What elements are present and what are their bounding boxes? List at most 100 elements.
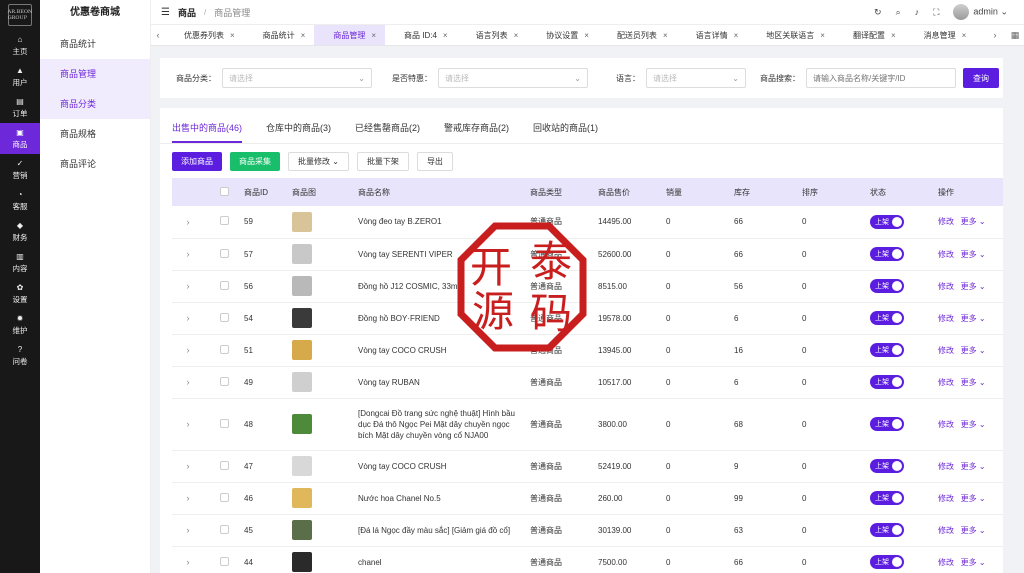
status-tab[interactable]: 回收站的商品(1) (533, 121, 598, 143)
submenu-item[interactable]: 商品管理 (40, 59, 150, 89)
close-icon[interactable]: × (514, 31, 519, 40)
status-toggle[interactable]: 上架 (870, 343, 904, 357)
rail-item-marketing[interactable]: ✓ 营销 (0, 154, 40, 185)
row-checkbox[interactable] (219, 344, 229, 354)
more-link[interactable]: 更多 ⌄ (961, 494, 986, 503)
tab-item[interactable]: 商品 ID:41× (975, 25, 984, 45)
add-goods-button[interactable]: 添加商品 (172, 151, 222, 171)
tab-item[interactable]: 翻译配置 × (834, 25, 905, 45)
goods-thumbnail[interactable] (292, 276, 312, 296)
row-checkbox[interactable] (219, 492, 229, 502)
rail-item-settings[interactable]: ✿ 设置 (0, 278, 40, 309)
submenu-item[interactable]: 商品分类 (40, 89, 150, 119)
close-icon[interactable]: × (962, 31, 967, 40)
status-toggle[interactable]: 上架 (870, 279, 904, 293)
tab-item[interactable]: 配送员列表 × (598, 25, 677, 45)
goods-thumbnail[interactable] (292, 488, 312, 508)
close-icon[interactable]: × (230, 31, 235, 40)
special-select[interactable]: 请选择 ⌄ (438, 68, 588, 88)
status-toggle[interactable]: 上架 (870, 417, 904, 431)
edit-link[interactable]: 修改 (938, 526, 954, 535)
status-toggle[interactable]: 上架 (870, 311, 904, 325)
chevron-right-icon[interactable]: › (187, 345, 190, 355)
status-toggle[interactable]: 上架 (870, 555, 904, 569)
chevron-right-icon[interactable]: › (187, 313, 190, 323)
status-tab[interactable]: 仓库中的商品(3) (266, 121, 331, 143)
chevron-right-icon[interactable]: › (187, 493, 190, 503)
row-checkbox[interactable] (219, 460, 229, 470)
tab-grid-icon[interactable]: ▦ (1006, 30, 1024, 41)
collect-goods-button[interactable]: 商品采集 (230, 151, 280, 171)
chevron-right-icon[interactable]: › (187, 281, 190, 291)
tab-item[interactable]: 商品 ID:4 × (385, 25, 457, 45)
status-tab[interactable]: 出售中的商品(46) (172, 121, 243, 143)
tab-item[interactable]: 优惠券列表 × (165, 25, 244, 45)
rail-item-home[interactable]: ⌂ 主页 (0, 30, 40, 61)
more-link[interactable]: 更多 ⌄ (961, 378, 986, 387)
tab-scroll-left-icon[interactable]: ‹ (151, 30, 165, 40)
row-checkbox[interactable] (219, 418, 229, 428)
row-checkbox[interactable] (219, 312, 229, 322)
language-select[interactable]: 请选择 ⌄ (646, 68, 746, 88)
chevron-right-icon[interactable]: › (187, 557, 190, 567)
submenu-item[interactable]: 商品评论 (40, 149, 150, 179)
submenu-item[interactable]: 商品统计 (40, 29, 150, 59)
status-tab[interactable]: 警戒库存商品(2) (444, 121, 509, 143)
more-link[interactable]: 更多 ⌄ (961, 217, 986, 226)
edit-link[interactable]: 修改 (938, 420, 954, 429)
rail-item-finance[interactable]: ◆ 财务 (0, 216, 40, 247)
goods-thumbnail[interactable] (292, 340, 312, 360)
row-checkbox[interactable] (219, 280, 229, 290)
chevron-right-icon[interactable]: › (187, 377, 190, 387)
edit-link[interactable]: 修改 (938, 462, 954, 471)
close-icon[interactable]: × (371, 31, 376, 40)
tab-item[interactable]: 商品管理 × (314, 25, 386, 45)
chevron-right-icon[interactable]: › (187, 217, 190, 227)
rail-item-user[interactable]: ▲ 用户 (0, 61, 40, 92)
more-link[interactable]: 更多 ⌄ (961, 282, 986, 291)
menu-toggle-icon[interactable]: ☰ (161, 7, 170, 18)
batch-off-button[interactable]: 批量下架 (356, 151, 409, 171)
row-checkbox[interactable] (219, 524, 229, 534)
goods-thumbnail[interactable] (292, 520, 312, 540)
edit-link[interactable]: 修改 (938, 282, 954, 291)
tab-item[interactable]: 地区关联语言 × (747, 25, 834, 45)
edit-link[interactable]: 修改 (938, 494, 954, 503)
rail-item-content[interactable]: ▥ 内容 (0, 247, 40, 278)
refresh-icon[interactable]: ↻ (874, 7, 882, 18)
tab-scroll-right-icon[interactable]: › (984, 30, 1006, 40)
edit-link[interactable]: 修改 (938, 378, 954, 387)
search-input[interactable] (806, 68, 956, 88)
bell-icon[interactable]: ♪ (915, 7, 920, 17)
close-icon[interactable]: × (734, 31, 739, 40)
status-toggle[interactable]: 上架 (870, 523, 904, 537)
rail-item-survey[interactable]: ? 问卷 (0, 340, 40, 371)
rail-item-goods[interactable]: ▣ 商品 (0, 123, 40, 154)
tab-item[interactable]: 语言列表 × (457, 25, 528, 45)
close-icon[interactable]: × (891, 31, 896, 40)
more-link[interactable]: 更多 ⌄ (961, 558, 986, 567)
batch-edit-button[interactable]: 批量修改 ⌄ (288, 151, 349, 171)
tab-item[interactable]: 商品统计 × (244, 25, 315, 45)
search-icon[interactable]: ⌕ (896, 7, 901, 18)
edit-link[interactable]: 修改 (938, 250, 954, 259)
status-toggle[interactable]: 上架 (870, 459, 904, 473)
more-link[interactable]: 更多 ⌄ (961, 420, 986, 429)
goods-thumbnail[interactable] (292, 456, 312, 476)
close-icon[interactable]: × (301, 31, 306, 40)
status-toggle[interactable]: 上架 (870, 214, 904, 229)
close-icon[interactable]: × (663, 31, 668, 40)
fullscreen-icon[interactable]: ⛶ (933, 7, 939, 18)
select-all-checkbox[interactable] (219, 186, 229, 196)
edit-link[interactable]: 修改 (938, 217, 954, 226)
more-link[interactable]: 更多 ⌄ (961, 462, 986, 471)
row-checkbox[interactable] (219, 248, 229, 258)
row-checkbox[interactable] (219, 556, 229, 566)
chevron-right-icon[interactable]: › (187, 525, 190, 535)
query-button[interactable]: 查询 (963, 68, 999, 88)
category-select[interactable]: 请选择 ⌄ (222, 68, 372, 88)
tab-item[interactable]: 语言详情 × (677, 25, 748, 45)
edit-link[interactable]: 修改 (938, 558, 954, 567)
rail-item-maintain[interactable]: ✹ 维护 (0, 309, 40, 340)
row-checkbox[interactable] (219, 216, 229, 226)
